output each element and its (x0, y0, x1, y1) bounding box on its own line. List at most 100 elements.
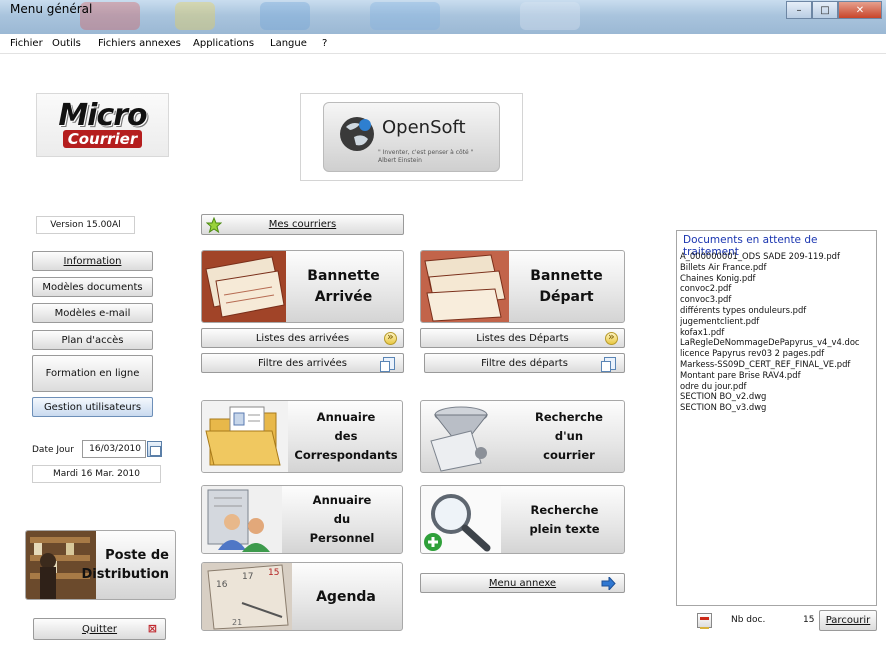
modeles-email-button[interactable]: Modèles e-mail (32, 303, 153, 323)
listes-departs-label: Listes des Départs (476, 332, 569, 344)
funnel-envelope-icon (430, 406, 489, 472)
formation-button[interactable]: Formation en ligne (32, 355, 153, 392)
poste-distribution-button[interactable]: Poste de Distribution (25, 530, 176, 600)
people-icon (202, 486, 282, 553)
document-list-item[interactable]: LaRegleDeNommageDePapyrus_v4_v4.doc (680, 337, 876, 348)
document-list-item[interactable]: Markess-SS09D_CERT_REF_FINAL_VE.pdf (680, 359, 876, 370)
gestion-utilisateurs-button[interactable]: Gestion utilisateurs (32, 397, 153, 417)
menu-applications[interactable]: Applications (193, 38, 254, 49)
annuaire-personnel-label: Annuaire du Personnel (282, 486, 402, 553)
minimize-button[interactable]: – (786, 1, 812, 19)
document-icon[interactable] (697, 613, 712, 629)
menu-fichier[interactable]: Fichier (10, 38, 43, 49)
menu-fichiers-annexes[interactable]: Fichiers annexes (98, 38, 181, 49)
agenda-button[interactable]: 16 17 15 21 Agenda (201, 562, 403, 631)
modeles-documents-label: Modèles documents (42, 281, 143, 293)
quit-button[interactable]: Quitter ⊠ (33, 618, 166, 640)
titlebar-decoration (175, 2, 215, 30)
annuaire-corresp-line2: des (334, 429, 358, 443)
title-bar: Menu général – □ ✕ (0, 0, 886, 34)
titlebar-decoration (370, 2, 440, 30)
agenda-label: Agenda (290, 563, 402, 630)
documents-panel: Documents en attente de traitement A_000… (676, 230, 877, 606)
close-button[interactable]: ✕ (838, 1, 882, 19)
nb-doc-label: Nb doc. (731, 615, 766, 625)
annuaire-correspondants-button[interactable]: Annuaire des Correspondants (201, 400, 403, 473)
svg-text:15: 15 (268, 568, 279, 578)
listes-arrivees-button[interactable]: Listes des arrivées (201, 328, 404, 348)
plan-acces-button[interactable]: Plan d'accès (32, 330, 153, 350)
formation-label: Formation en ligne (45, 368, 140, 379)
menu-help[interactable]: ? (322, 38, 327, 49)
logo-micro-text: Micro (58, 97, 147, 133)
menu-annexe-button[interactable]: Menu annexe (420, 573, 625, 593)
envelopes-stack-icon (421, 251, 509, 322)
annuaire-personnel-line3: Personnel (309, 531, 375, 545)
version-label: Version 15.00Al (36, 216, 135, 234)
menu-annexe-label: Menu annexe (488, 577, 557, 589)
date-label: Date Jour (32, 445, 74, 455)
quote-text: " Inventer, c'est penser à côté " (378, 149, 474, 156)
annuaire-personnel-line2: du (333, 512, 351, 526)
close-x-icon: ⊠ (147, 622, 157, 635)
bannette-depart-button[interactable]: Bannette Départ (420, 250, 625, 323)
information-label: Information (63, 255, 122, 267)
bannette-depart-label: Bannette Départ (509, 251, 624, 322)
poste-label: Poste de Distribution (82, 531, 175, 599)
recherche-courrier-button[interactable]: Recherche d'un courrier (420, 400, 625, 473)
nb-doc-value: 15 (803, 615, 815, 625)
document-list-item[interactable]: odre du jour.pdf (680, 381, 876, 392)
parcourir-button[interactable]: Parcourir (819, 610, 877, 631)
listes-arrivees-label: Listes des arrivées (255, 332, 350, 344)
titlebar-decoration (260, 2, 310, 30)
document-list-item[interactable]: Billets Air France.pdf (680, 262, 876, 273)
blue-arrow-icon (601, 577, 616, 590)
bannette-arrivee-button[interactable]: Bannette Arrivée (201, 250, 404, 323)
document-list-item[interactable]: kofax1.pdf (680, 327, 876, 338)
calendar-icon[interactable] (147, 441, 162, 457)
logo-courrier-text: Courrier (62, 129, 143, 148)
day-text: Mardi 16 Mar. 2010 (32, 465, 161, 483)
recherche-courrier-line2: d'un (554, 429, 584, 443)
document-list-item[interactable]: convoc3.pdf (680, 294, 876, 305)
document-list-item[interactable]: Chaines Konig.pdf (680, 273, 876, 284)
bannette-arrivee-line1: Bannette (307, 267, 380, 284)
menu-langue[interactable]: Langue (270, 38, 307, 49)
star-icon (206, 217, 222, 233)
menu-outils[interactable]: Outils (52, 38, 81, 49)
recherche-texte-line1: Recherche (530, 502, 599, 517)
document-list-item[interactable]: licence Papyrus rev03 2 pages.pdf (680, 348, 876, 359)
document-list-item[interactable]: SECTION BO_v3.dwg (680, 402, 876, 413)
filtre-arrivees-button[interactable]: Filtre des arrivées (201, 353, 404, 373)
filtre-departs-button[interactable]: Filtre des départs (424, 353, 625, 373)
poste-line1: Poste de (105, 548, 169, 563)
listes-departs-button[interactable]: Listes des Départs (420, 328, 625, 348)
recherche-texte-line2: plein texte (529, 521, 600, 536)
bannette-depart-line1: Bannette (530, 267, 603, 284)
folder-icon (202, 401, 288, 472)
recherche-plein-texte-label: Recherche plein texte (505, 486, 624, 553)
parcourir-label: Parcourir (825, 615, 871, 626)
window-controls: – □ ✕ (786, 1, 882, 19)
annuaire-corresp-line3: Correspondants (294, 448, 398, 462)
quit-label: Quitter (81, 623, 118, 635)
recherche-plein-texte-button[interactable]: Recherche plein texte (420, 485, 625, 554)
document-list-item[interactable]: convoc2.pdf (680, 283, 876, 294)
information-button[interactable]: Information (32, 251, 153, 271)
annuaire-corresp-line1: Annuaire (316, 410, 376, 424)
date-input[interactable]: 16/03/2010 (82, 440, 146, 458)
document-list-item[interactable]: Montant pare Brise RAV4.pdf (680, 370, 876, 381)
arrow-right-icon (384, 330, 397, 345)
maximize-button[interactable]: □ (812, 1, 838, 19)
filtre-departs-label: Filtre des départs (481, 357, 568, 369)
recherche-courrier-line3: courrier (543, 448, 595, 462)
document-list-item[interactable]: A_000000001_ODS SADE 209-119.pdf (680, 251, 876, 262)
modeles-documents-button[interactable]: Modèles documents (32, 277, 153, 297)
annuaire-personnel-button[interactable]: Annuaire du Personnel (201, 485, 403, 554)
modeles-email-label: Modèles e-mail (54, 307, 131, 319)
document-list-item[interactable]: différents types onduleurs.pdf (680, 305, 876, 316)
document-list-item[interactable]: jugementclient.pdf (680, 316, 876, 327)
envelopes-icon (202, 251, 286, 322)
document-list-item[interactable]: SECTION BO_v2.dwg (680, 391, 876, 402)
mes-courriers-button[interactable]: Mes courriers (201, 214, 404, 235)
